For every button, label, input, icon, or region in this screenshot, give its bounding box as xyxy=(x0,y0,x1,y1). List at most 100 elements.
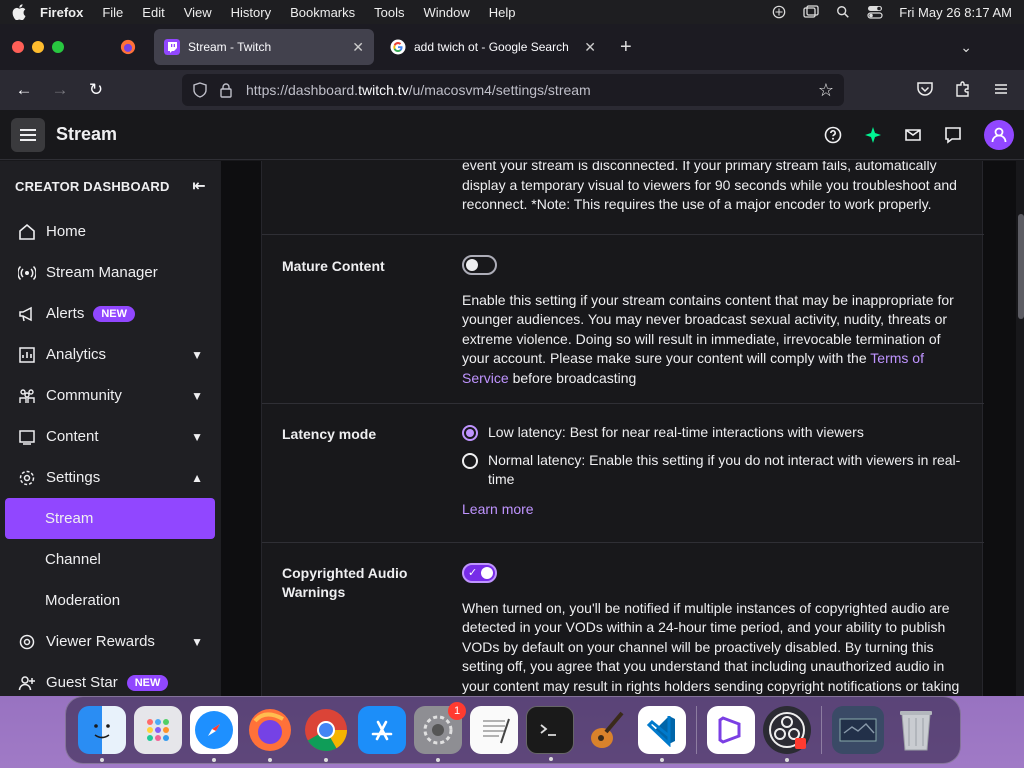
garageband-icon[interactable] xyxy=(582,706,630,754)
sidebar-item-stream-manager[interactable]: Stream Manager xyxy=(0,252,221,293)
safari-icon[interactable] xyxy=(190,706,238,762)
sidebar-item-channel[interactable]: Channel xyxy=(0,539,221,580)
menu-view[interactable]: View xyxy=(184,5,212,20)
trash-icon[interactable] xyxy=(892,706,940,754)
checkmark-icon: ✓ xyxy=(468,567,478,579)
terminal-icon[interactable] xyxy=(526,706,574,761)
sparkle-icon[interactable] xyxy=(864,126,882,144)
tab-stream-twitch[interactable]: Stream - Twitch ✕ xyxy=(154,29,374,65)
tab-google-search[interactable]: add twich ot - Google Search ✕ xyxy=(380,29,606,65)
copyrighted-audio-toggle[interactable]: ✓ xyxy=(462,563,497,583)
analytics-icon xyxy=(19,346,35,363)
reload-icon[interactable]: ↻ xyxy=(78,80,114,100)
tab-title: Stream - Twitch xyxy=(188,40,272,54)
mature-content-label: Mature Content xyxy=(282,258,385,274)
tracking-protection-shield-icon[interactable] xyxy=(192,82,208,98)
lock-icon[interactable] xyxy=(218,82,234,98)
copyrighted-audio-label: Copyrighted Audio Warnings xyxy=(282,565,408,600)
launchpad-icon[interactable] xyxy=(134,706,182,754)
dashboard-menu-button[interactable] xyxy=(11,117,45,152)
system-settings-icon[interactable]: 1 xyxy=(414,702,466,762)
help-icon[interactable] xyxy=(824,126,842,144)
obs-icon[interactable] xyxy=(763,706,811,762)
low-latency-option[interactable]: Low latency: Best for near real-time int… xyxy=(462,423,967,443)
copyrighted-audio-description: When turned on, you'll be notified if mu… xyxy=(462,599,960,694)
normal-latency-radio[interactable] xyxy=(462,452,478,469)
sidebar-item-moderation[interactable]: Moderation xyxy=(0,580,221,621)
menu-window[interactable]: Window xyxy=(424,5,470,20)
learn-more-link[interactable]: Learn more xyxy=(462,501,534,517)
apple-icon[interactable] xyxy=(12,4,26,20)
firefox-icon[interactable] xyxy=(246,706,294,762)
user-avatar[interactable] xyxy=(984,119,1014,150)
textedit-icon[interactable] xyxy=(470,706,518,754)
sidebar-item-stream[interactable]: Stream xyxy=(5,498,215,539)
visual-studio-icon[interactable] xyxy=(707,706,755,754)
bookmark-star-icon[interactable]: ☆ xyxy=(818,80,834,101)
sidebar-item-analytics[interactable]: Analytics ▼ xyxy=(0,334,221,375)
finder-icon[interactable] xyxy=(78,706,126,762)
low-latency-label: Low latency: Best for near real-time int… xyxy=(488,424,864,440)
spotlight-search-icon[interactable] xyxy=(835,5,851,19)
screenshot-icon[interactable] xyxy=(832,706,884,754)
control-center-icon[interactable] xyxy=(867,5,883,19)
disconnect-protection-description: event your stream is disconnected. If yo… xyxy=(462,161,957,212)
normal-latency-option[interactable]: Normal latency: Enable this setting if y… xyxy=(462,451,967,490)
app-store-icon[interactable] xyxy=(358,706,406,754)
app-menu-hamburger-icon[interactable] xyxy=(992,80,1010,98)
minimize-window-button[interactable] xyxy=(32,41,44,53)
pocket-icon[interactable] xyxy=(916,80,934,98)
zoom-window-button[interactable] xyxy=(52,41,64,53)
vscode-icon[interactable] xyxy=(638,706,686,762)
forward-arrow-icon[interactable]: → xyxy=(42,80,78,100)
list-all-tabs-chevron-icon[interactable]: ⌄ xyxy=(960,39,972,56)
menu-tools[interactable]: Tools xyxy=(374,5,404,20)
chrome-icon[interactable] xyxy=(302,706,350,762)
chevron-down-icon: ▼ xyxy=(191,429,203,444)
menu-file[interactable]: File xyxy=(102,5,123,20)
inbox-icon[interactable] xyxy=(904,126,922,144)
menu-edit[interactable]: Edit xyxy=(142,5,164,20)
collapse-sidebar-icon[interactable]: ⇤ xyxy=(192,176,206,196)
sidebar-item-home[interactable]: Home xyxy=(0,211,221,252)
new-tab-button[interactable]: + xyxy=(620,36,632,59)
whispers-icon[interactable] xyxy=(944,126,962,144)
twitch-top-nav: Stream xyxy=(0,110,1024,160)
gear-icon xyxy=(19,470,35,485)
sidebar-item-label: Channel xyxy=(45,551,101,568)
menu-history[interactable]: History xyxy=(231,5,271,20)
pinned-tab-firefox[interactable] xyxy=(110,29,146,65)
latency-mode-label: Latency mode xyxy=(282,426,377,442)
mature-content-description: Enable this setting if your stream conta… xyxy=(462,291,954,386)
firefox-icon xyxy=(120,39,136,55)
sidebar-item-alerts[interactable]: Alerts NEW xyxy=(0,293,221,334)
window-switcher-icon[interactable] xyxy=(803,5,819,19)
mature-content-toggle[interactable] xyxy=(462,255,497,275)
sidebar-item-viewer-rewards[interactable]: Viewer Rewards ▼ xyxy=(0,621,221,662)
sidebar-item-community[interactable]: Community ▼ xyxy=(0,375,221,416)
close-tab-icon[interactable]: ✕ xyxy=(352,39,364,56)
menu-help[interactable]: Help xyxy=(489,5,516,20)
sidebar-item-content[interactable]: Content ▼ xyxy=(0,416,221,457)
low-latency-radio[interactable] xyxy=(462,425,478,441)
menubar-clock[interactable]: Fri May 26 8:17 AM xyxy=(899,5,1012,20)
sidebar-item-guest-star[interactable]: Guest Star NEW xyxy=(0,662,221,696)
sidebar-item-settings[interactable]: Settings ▲ xyxy=(0,457,221,498)
extensions-puzzle-icon[interactable] xyxy=(954,80,972,98)
close-window-button[interactable] xyxy=(12,41,24,53)
page-scrollbar[interactable] xyxy=(1018,214,1024,319)
back-arrow-icon[interactable]: ← xyxy=(6,80,42,100)
screen-sharing-icon[interactable] xyxy=(771,5,787,19)
sidebar-item-label: Alerts xyxy=(46,305,85,322)
menu-app-name[interactable]: Firefox xyxy=(40,5,83,20)
sidebar-item-label: Stream xyxy=(45,510,94,527)
sidebar-heading: CREATOR DASHBOARD xyxy=(15,178,170,194)
menu-bookmarks[interactable]: Bookmarks xyxy=(290,5,355,20)
url-bar[interactable]: https://dashboard.twitch.tv/u/macosvm4/s… xyxy=(182,74,844,106)
chevron-down-icon: ▼ xyxy=(191,347,203,362)
macos-dock: 1 xyxy=(65,696,961,764)
sidebar-item-label: Community xyxy=(46,387,122,404)
tab-bar: Stream - Twitch ✕ add twich ot - Google … xyxy=(0,24,1024,70)
close-tab-icon[interactable]: ✕ xyxy=(584,39,596,56)
community-icon xyxy=(19,388,35,403)
